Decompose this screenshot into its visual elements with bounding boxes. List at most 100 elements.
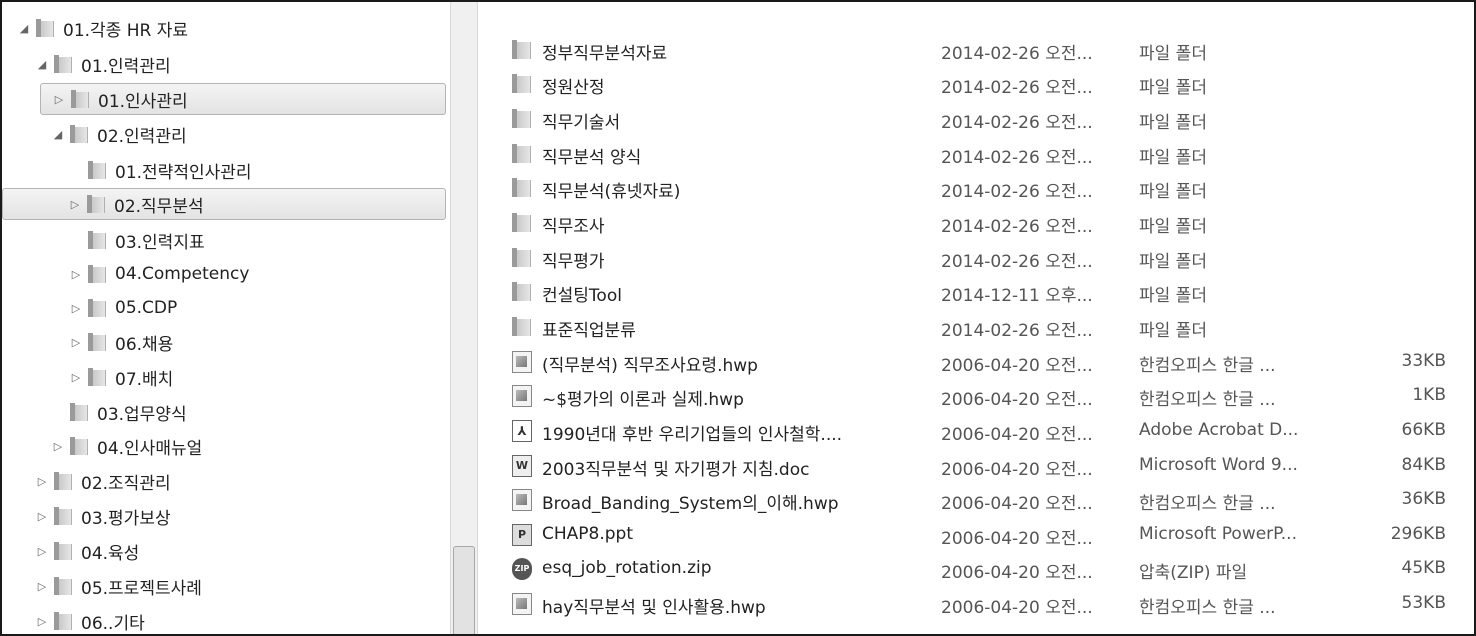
folder-icon [512,281,532,303]
tree-item-workforce-mgmt-2[interactable]: ◢ 02.인력관리 [50,118,440,150]
file-row[interactable]: (직무분석) 직무조사요령.hwp 2006-04-20 오전... 한컴오피스… [478,345,1474,379]
tree-item-label: 02.조직관리 [81,473,171,494]
folder-icon [88,332,106,352]
tree-item-hr-manual[interactable]: ▷ 04.인사매뉴얼 [50,430,440,462]
file-name: esq_job_rotation.zip [542,558,712,578]
folder-icon [54,506,72,526]
collapsed-arrow-icon[interactable]: ▷ [34,510,50,523]
file-name: 표준직업분류 [542,321,636,341]
expanded-arrow-icon[interactable]: ◢ [34,58,50,71]
tree-item-label: 04.육성 [81,543,140,564]
file-size: 1KB [1412,385,1446,405]
collapsed-arrow-icon[interactable]: ▷ [68,336,84,349]
file-type: 한컴오피스 한글 ... [1139,390,1276,410]
tree-item-org-mgmt[interactable]: ▷ 02.조직관리 [34,465,434,497]
tree-item-hr-root[interactable]: ◢ 01.각종 HR 자료 [16,12,436,44]
folder-icon [512,316,532,338]
file-row[interactable]: 컨설팅Tool 2014-12-11 오후... 파일 폴더 [478,275,1474,309]
file-size: 296KB [1390,524,1446,544]
file-row[interactable]: ZIP esq_job_rotation.zip 2006-04-20 오전..… [478,552,1474,586]
file-name: 컨설팅Tool [542,286,622,306]
folder-icon [87,194,105,214]
folder-icon [512,73,532,95]
tree-item-strategic-hr[interactable]: 01.전략적인사관리 [68,154,438,186]
tree-item-placement[interactable]: ▷ 07.배치 [68,361,438,393]
folder-icon [70,436,88,456]
file-date: 2014-02-26 오전... [941,321,1093,341]
file-type: 한컴오피스 한글 ... [1139,494,1276,514]
file-name: 정부직무분석자료 [542,44,668,64]
tree-item-project-cases[interactable]: ▷ 05.프로젝트사례 [34,570,434,602]
file-name: 직무기술서 [542,113,621,133]
file-date: 2006-04-20 오전... [941,390,1093,410]
file-row[interactable]: hay직무분석 및 인사활용.hwp 2006-04-20 오전... 한컴오피… [478,587,1474,621]
folder-icon [54,541,72,561]
file-row[interactable]: 직무분석(휴넷자료) 2014-02-26 오전... 파일 폴더 [478,171,1474,205]
file-type: Adobe Acrobat D... [1139,420,1299,440]
hwp-file-icon [512,489,532,511]
pdf-file-icon: ⅄ [512,420,532,442]
tree-item-label: 03.인력지표 [115,232,205,253]
folder-icon [512,39,532,61]
file-type: 파일 폴더 [1139,44,1207,64]
tree-item-evaluation-reward[interactable]: ▷ 03.평가보상 [34,500,434,532]
tree-item-label: 06.채용 [115,334,174,355]
tree-item-work-forms[interactable]: 03.업무양식 [50,396,440,428]
collapsed-arrow-icon[interactable]: ▷ [68,302,84,315]
collapsed-arrow-icon[interactable]: ▷ [34,615,50,628]
folder-icon [71,89,89,109]
file-row[interactable]: 정부직무분석자료 2014-02-26 오전... 파일 폴더 [478,33,1474,67]
tree-item-development[interactable]: ▷ 04.육성 [34,535,434,567]
file-size: 66KB [1401,420,1446,440]
expanded-arrow-icon[interactable]: ◢ [16,22,32,35]
file-row[interactable]: W 2003직무분석 및 자기평가 지침.doc 2006-04-20 오전..… [478,449,1474,483]
collapsed-arrow-icon[interactable]: ▷ [50,440,66,453]
file-name: 직무분석 양식 [542,148,642,168]
file-row[interactable]: Broad_Banding_System의_이해.hwp 2006-04-20 … [478,483,1474,517]
file-row[interactable]: ~$평가의 이론과 실제.hwp 2006-04-20 오전... 한컴오피스 … [478,379,1474,413]
tree-item-misc[interactable]: ▷ 06..기타 [34,605,434,634]
folder-icon [88,367,106,387]
file-name: CHAP8.ppt [542,524,634,544]
folder-icon [36,18,54,38]
tree-item-cdp[interactable]: ▷ 05.CDP [68,292,438,324]
collapsed-arrow-icon[interactable]: ▷ [34,580,50,593]
tree-item-job-analysis[interactable]: ▷ 02.직무분석 [2,188,446,220]
tree-item-competency[interactable]: ▷ 04.Competency [68,258,438,290]
tree-item-label: 05.CDP [115,298,178,318]
file-row[interactable]: 표준직업분류 2014-02-26 오전... 파일 폴더 [478,310,1474,344]
file-row[interactable]: 직무분석 양식 2014-02-26 오전... 파일 폴더 [478,137,1474,171]
folder-icon [88,230,106,250]
file-row[interactable]: 직무평가 2014-02-26 오전... 파일 폴더 [478,241,1474,275]
expanded-arrow-icon[interactable]: ◢ [50,128,66,141]
tree-item-workforce-mgmt[interactable]: ◢ 01.인력관리 [34,48,434,80]
folder-icon [54,471,72,491]
collapsed-arrow-icon[interactable]: ▷ [51,93,67,106]
tree-item-recruitment[interactable]: ▷ 06.채용 [68,326,438,358]
tree-item-workforce-index[interactable]: 03.인력지표 [68,224,438,256]
collapsed-arrow-icon[interactable]: ▷ [34,475,50,488]
file-name: 2003직무분석 및 자기평가 지침.doc [542,460,810,480]
collapsed-arrow-icon[interactable]: ▷ [68,371,84,384]
navigation-tree: ◢ 01.각종 HR 자료 ◢ 01.인력관리 ▷ 01.인사관리 ◢ 02.인… [2,2,448,634]
file-row[interactable]: 직무기술서 2014-02-26 오전... 파일 폴더 [478,102,1474,136]
tree-item-personnel-mgmt[interactable]: ▷ 01.인사관리 [40,83,446,115]
collapsed-arrow-icon[interactable]: ▷ [68,268,84,281]
collapsed-arrow-icon[interactable]: ▷ [67,198,83,211]
file-row[interactable]: 정원산정 2014-02-26 오전... 파일 폴더 [478,67,1474,101]
tree-item-label: 04.인사매뉴얼 [97,438,203,459]
file-date: 2006-04-20 오전... [941,425,1093,445]
hwp-file-icon [512,351,532,373]
file-row[interactable]: P CHAP8.ppt 2006-04-20 오전... Microsoft P… [478,518,1474,552]
file-type: 파일 폴더 [1139,148,1207,168]
hwp-file-icon [512,593,532,615]
tree-scrollbar-thumb[interactable] [453,546,475,634]
file-row[interactable]: 직무조사 2014-02-26 오전... 파일 폴더 [478,206,1474,240]
file-type: 파일 폴더 [1139,182,1207,202]
tree-scrollbar[interactable] [450,2,478,634]
file-date: 2006-04-20 오전... [941,563,1093,583]
file-date: 2006-04-20 오전... [941,356,1093,376]
file-row[interactable]: ⅄ 1990년대 후반 우리기업들의 인사철학.... 2006-04-20 오… [478,414,1474,448]
file-size: 53KB [1401,593,1446,613]
collapsed-arrow-icon[interactable]: ▷ [34,545,50,558]
